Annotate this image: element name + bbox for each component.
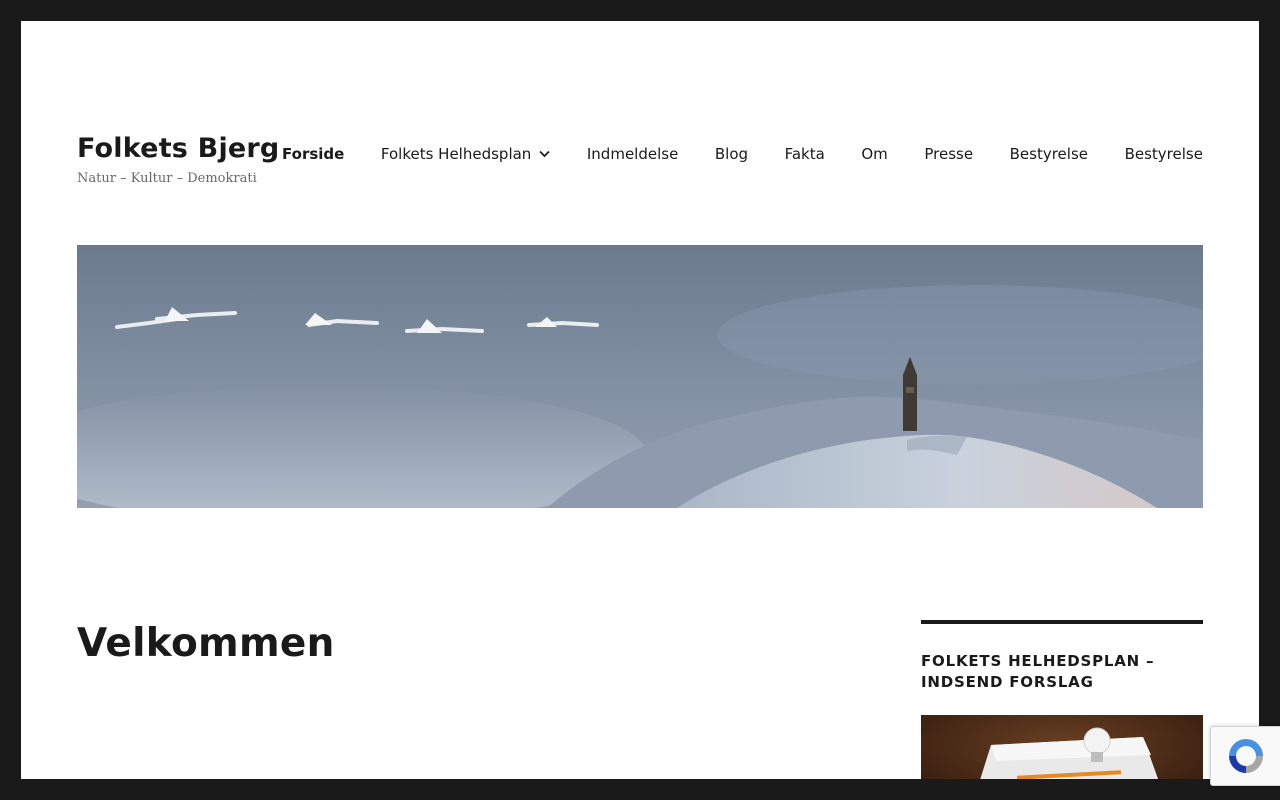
nav-item-folkets-helhedsplan[interactable]: Folkets Helhedsplan xyxy=(381,145,550,163)
nav-item-label: Folkets Helhedsplan xyxy=(380,145,532,163)
site-page: Folkets Bjerg Natur – Kultur – Demokrati… xyxy=(21,21,1259,779)
nav-item-forside[interactable]: Forside xyxy=(282,145,344,163)
site-title[interactable]: Folkets Bjerg xyxy=(77,131,279,167)
main-navigation: Forside Folkets Helhedsplan Indmeldelse … xyxy=(282,142,1203,166)
site-description: Natur – Kultur – Demokrati xyxy=(77,171,257,186)
recaptcha-icon xyxy=(1228,739,1263,773)
nav-item-presse[interactable]: Presse xyxy=(924,145,973,163)
recaptcha-badge[interactable] xyxy=(1210,726,1280,786)
nav-item-indmeldelse[interactable]: Indmeldelse xyxy=(587,145,678,163)
widget-title: FOLKETS HELHEDSPLAN – INDSEND FORSLAG xyxy=(921,652,1155,691)
page-title: Velkommen xyxy=(77,621,335,666)
nav-item-bestyrelse[interactable]: Bestyrelse xyxy=(1010,145,1088,163)
sidebar-widget: FOLKETS HELHEDSPLAN – INDSEND FORSLAG xyxy=(921,620,1203,779)
nav-item-om[interactable]: Om xyxy=(861,145,887,163)
nav-item-blog[interactable]: Blog xyxy=(715,145,748,163)
chevron-down-icon[interactable] xyxy=(539,150,550,158)
nav-item-bestyrelse-2[interactable]: Bestyrelse xyxy=(1125,145,1203,163)
header-landscape-image[interactable] xyxy=(77,245,1203,508)
lightbulb-paper-image[interactable] xyxy=(921,715,1203,779)
site-branding: Folkets Bjerg Natur – Kultur – Demokrati xyxy=(77,131,279,186)
nav-item-fakta[interactable]: Fakta xyxy=(785,145,825,163)
